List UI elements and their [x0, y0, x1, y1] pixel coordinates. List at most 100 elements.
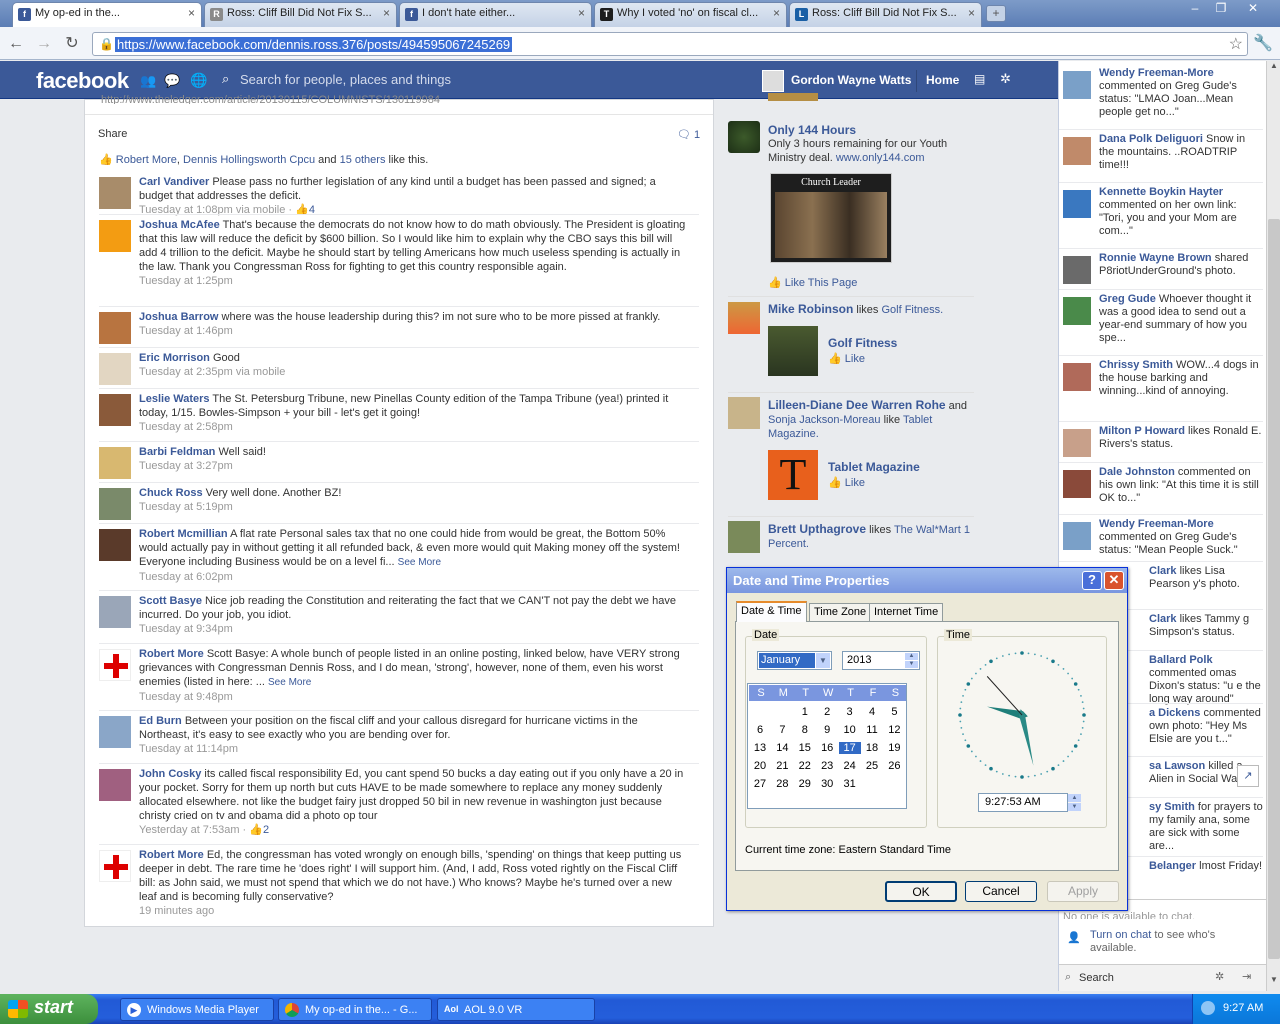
- comment-timestamp[interactable]: Yesterday at 7:53am: [139, 824, 240, 836]
- calendar-day[interactable]: 5: [883, 706, 905, 718]
- popout-icon[interactable]: ⇥: [1242, 970, 1251, 983]
- close-tab-icon[interactable]: ×: [188, 6, 195, 20]
- others-link[interactable]: 15 others: [340, 154, 386, 166]
- liker-link[interactable]: Robert More: [116, 154, 177, 166]
- avatar[interactable]: [99, 850, 131, 882]
- share-link[interactable]: Share: [98, 128, 127, 140]
- comment-timestamp[interactable]: Tuesday at 9:48pm: [139, 691, 233, 703]
- cancel-button[interactable]: Cancel: [965, 881, 1037, 902]
- calendar-day[interactable]: 26: [883, 760, 905, 772]
- restore-icon[interactable]: ❐: [1210, 1, 1232, 17]
- avatar[interactable]: [99, 177, 131, 209]
- scroll-up-icon[interactable]: ▲: [1268, 61, 1280, 75]
- avatar[interactable]: [728, 397, 760, 429]
- comment-timestamp[interactable]: 19 minutes ago: [139, 905, 214, 917]
- calendar-grid[interactable]: SMTWTFS 1 2 3 4 5 6 7 8 9 10 11 12 13 14 15 16 17 18 19 20 2…: [747, 683, 907, 809]
- home-link[interactable]: Home: [926, 73, 959, 87]
- see-more-link[interactable]: See More: [398, 557, 441, 568]
- calendar-day[interactable]: 13: [749, 742, 771, 754]
- arrow-up-icon[interactable]: ▲: [905, 653, 918, 660]
- taskbar-item-aol[interactable]: Aol AOL 9.0 VR: [437, 998, 595, 1021]
- calendar-day[interactable]: 2: [816, 706, 838, 718]
- close-icon[interactable]: ✕: [1104, 571, 1124, 590]
- comment-author[interactable]: Robert Mcmillian: [139, 528, 228, 540]
- chevron-down-icon[interactable]: ▼: [816, 653, 830, 668]
- calendar-day[interactable]: 7: [771, 724, 793, 736]
- like-page-link[interactable]: 👍 Like This Page: [768, 276, 857, 289]
- messages-icon[interactable]: 💬: [164, 73, 180, 89]
- ad-image[interactable]: Church Leader: [770, 173, 892, 263]
- calendar-day[interactable]: 4: [861, 706, 883, 718]
- comment-timestamp[interactable]: Tuesday at 2:58pm: [139, 421, 233, 433]
- tab-date-time[interactable]: Date & Time: [736, 601, 807, 622]
- comment-author[interactable]: Eric Morrison: [139, 352, 210, 364]
- new-tab-button[interactable]: +: [986, 5, 1006, 22]
- calendar-day[interactable]: 23: [816, 760, 838, 772]
- comment-likes[interactable]: 👍2: [249, 824, 269, 836]
- arrow-down-icon[interactable]: ▼: [905, 661, 918, 668]
- ad-thumbnail[interactable]: [728, 121, 760, 153]
- scrollbar-thumb[interactable]: [1268, 219, 1280, 959]
- close-tab-icon[interactable]: ×: [773, 6, 780, 20]
- calendar-day[interactable]: 15: [794, 742, 816, 754]
- comment-author[interactable]: Carl Vandiver: [139, 176, 209, 188]
- avatar[interactable]: [1063, 429, 1091, 457]
- avatar[interactable]: [99, 488, 131, 520]
- privacy-icon[interactable]: ▤: [974, 72, 985, 86]
- avatar[interactable]: [99, 220, 131, 252]
- post-link-fragment[interactable]: http://www.theledger.com/article/2013011…: [101, 94, 521, 104]
- ad-title[interactable]: Only 144 Hours: [768, 123, 856, 137]
- comment-author[interactable]: Scott Basye: [139, 595, 202, 607]
- calendar-day[interactable]: 6: [749, 724, 771, 736]
- close-window-icon[interactable]: ✕: [1242, 1, 1264, 17]
- avatar[interactable]: [99, 312, 131, 344]
- calendar-day[interactable]: 18: [861, 742, 883, 754]
- taskbar-item-media-player[interactable]: ▶ Windows Media Player: [120, 998, 274, 1021]
- calendar-day[interactable]: 11: [861, 724, 883, 736]
- start-button[interactable]: start: [0, 994, 98, 1024]
- reload-icon[interactable]: ↻: [61, 33, 83, 55]
- help-icon[interactable]: ?: [1082, 571, 1102, 590]
- calendar-day[interactable]: 1: [794, 706, 816, 718]
- forward-icon[interactable]: →: [33, 33, 55, 55]
- avatar[interactable]: [1063, 190, 1091, 218]
- comment-timestamp[interactable]: Tuesday at 6:02pm: [139, 571, 233, 583]
- calendar-day[interactable]: 8: [794, 724, 816, 736]
- taskbar-clock[interactable]: 9:27 AM: [1223, 1002, 1263, 1014]
- ad-link[interactable]: www.only144.com: [836, 152, 925, 164]
- wrench-icon[interactable]: 🔧: [1252, 33, 1274, 55]
- month-select[interactable]: January ▼: [757, 651, 832, 670]
- time-stepper[interactable]: ▲ ▼: [1068, 793, 1082, 812]
- notifications-icon[interactable]: 🌐: [190, 72, 207, 89]
- calendar-day[interactable]: 31: [839, 778, 861, 790]
- tab-internet-time[interactable]: Internet Time: [869, 603, 944, 621]
- comment-author[interactable]: John Cosky: [139, 768, 201, 780]
- gear-icon[interactable]: ✲: [1215, 970, 1224, 983]
- avatar[interactable]: [99, 716, 131, 748]
- arrow-up-icon[interactable]: ▲: [1068, 794, 1081, 802]
- scroll-down-icon[interactable]: ▼: [1268, 975, 1280, 989]
- comment-count[interactable]: 🗨 1: [677, 128, 700, 141]
- chat-search-bar[interactable]: ⌕ Search ✲ ⇥: [1059, 964, 1267, 991]
- calendar-day[interactable]: 29: [794, 778, 816, 790]
- minimize-icon[interactable]: –: [1184, 1, 1206, 17]
- like-button[interactable]: 👍 Like: [828, 476, 865, 489]
- taskbar-item-browser[interactable]: My op-ed in the... - G...: [278, 998, 432, 1021]
- avatar[interactable]: [99, 394, 131, 426]
- comment-timestamp[interactable]: Tuesday at 9:34pm: [139, 623, 233, 635]
- browser-tab-5[interactable]: L Ross: Cliff Bill Did Not Fix S... ×: [789, 2, 982, 27]
- bookmark-star-icon[interactable]: ☆: [1229, 34, 1243, 54]
- page-scrollbar[interactable]: ▲ ▼: [1266, 61, 1280, 991]
- address-bar[interactable]: 🔒 https://www.facebook.com/dennis.ross.3…: [92, 32, 1248, 56]
- calendar-day[interactable]: 3: [839, 706, 861, 718]
- avatar[interactable]: [728, 302, 760, 334]
- url-text[interactable]: https://www.facebook.com/dennis.ross.376…: [115, 37, 513, 52]
- see-more-link[interactable]: See More: [268, 677, 311, 688]
- comment-timestamp[interactable]: Tuesday at 5:19pm: [139, 501, 233, 513]
- tray-icon[interactable]: [1201, 1001, 1215, 1015]
- ok-button[interactable]: OK: [885, 881, 957, 902]
- calendar-day[interactable]: 14: [771, 742, 793, 754]
- avatar[interactable]: [99, 353, 131, 385]
- arrow-down-icon[interactable]: ▼: [1068, 803, 1081, 811]
- browser-tab-3[interactable]: fI don't hate either... ×: [399, 2, 592, 27]
